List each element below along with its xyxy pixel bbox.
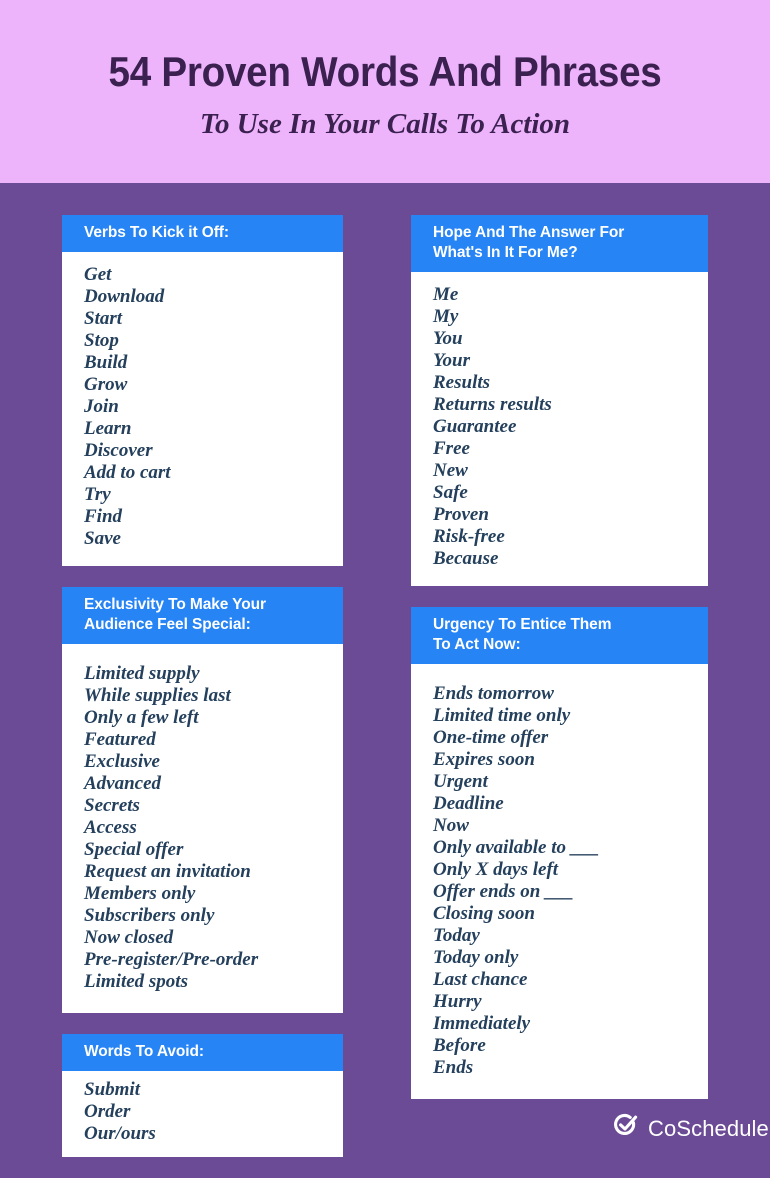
category-card-body: Submit Order Our/ours: [62, 1071, 343, 1157]
category-card-title-line: Exclusivity To Make Your: [84, 596, 266, 613]
category-card-title-line: What's In It For Me?: [433, 244, 578, 261]
list-item: Download: [84, 286, 165, 307]
category-card-title-line: Hope And The Answer For: [433, 224, 625, 241]
list-item: Start: [84, 308, 123, 329]
list-item: Limited time only: [433, 705, 571, 726]
category-card-title-line: To Act Now:: [433, 636, 521, 653]
list-item: Urgent: [433, 771, 488, 792]
list-item: Now closed: [84, 927, 174, 948]
list-item: Featured: [84, 729, 156, 750]
brand-logo: CoSchedule: [613, 1113, 769, 1144]
list-item: You: [433, 328, 463, 349]
list-item: Proven: [433, 504, 489, 525]
header-band: 54 Proven Words And Phrases To Use In Yo…: [0, 0, 770, 183]
list-item: Submit: [84, 1079, 140, 1100]
list-item: Try: [84, 484, 111, 505]
list-item: Only available to ___: [433, 837, 600, 858]
category-card: Verbs To Kick it Off: Get Download Start Sto…: [62, 215, 343, 566]
category-card: Words To Avoid: Submit Order Our/ours: [62, 1034, 343, 1157]
category-card-title-line: Audience Feel Special:: [84, 616, 251, 633]
category-card: Urgency To Entice Them To Act Now: Ends to…: [411, 607, 708, 1099]
list-item: Returns results: [433, 394, 552, 415]
list-item: Today only: [433, 947, 519, 968]
list-item: Save: [84, 528, 121, 549]
brand-name: CoSchedule: [648, 1115, 769, 1141]
list-item: Secrets: [84, 795, 140, 816]
list-item: Order: [84, 1101, 131, 1122]
category-card-header: Urgency To Entice Them To Act Now:: [411, 607, 708, 664]
list-item: Last chance: [433, 969, 528, 990]
list-item: Only a few left: [84, 707, 199, 728]
list-item: Now: [433, 815, 469, 836]
list-item: Subscribers only: [84, 905, 215, 926]
list-item: Request an invitation: [84, 861, 251, 882]
list-item: Offer ends on ___: [433, 881, 574, 902]
category-card-header: Words To Avoid:: [62, 1034, 343, 1071]
list-item: Closing soon: [433, 903, 535, 924]
list-item: Get: [84, 264, 112, 285]
list-item: Pre-register/Pre-order: [84, 949, 259, 970]
column-right: Hope And The Answer For What's In It For …: [411, 215, 708, 1120]
column-left: Verbs To Kick it Off: Get Download Start Sto…: [62, 215, 343, 1178]
list-item: Me: [433, 284, 459, 305]
check-circle-icon: [613, 1113, 639, 1144]
list-item: Limited supply: [84, 663, 200, 684]
list-item: Your: [433, 350, 470, 371]
list-item: Risk-free: [433, 526, 505, 547]
list-item: While supplies last: [84, 685, 231, 706]
list-item: One-time offer: [433, 727, 549, 748]
category-card-title-line: Urgency To Entice Them: [433, 616, 612, 633]
list-item: Build: [84, 352, 128, 373]
list-item: Guarantee: [433, 416, 517, 437]
list-item: Stop: [84, 330, 119, 351]
list-item: New: [433, 460, 468, 481]
category-card-header: Verbs To Kick it Off:: [62, 215, 343, 252]
list-item: Free: [433, 438, 470, 459]
list-item: Today: [433, 925, 480, 946]
list-item: Join: [84, 396, 119, 417]
page-title: 54 Proven Words And Phrases: [108, 48, 662, 95]
list-item: Access: [84, 817, 137, 838]
list-item: Special offer: [84, 839, 184, 860]
list-item: Expires soon: [433, 749, 535, 770]
category-card-header: Exclusivity To Make Your Audience Feel Sp…: [62, 587, 343, 644]
category-card-header: Hope And The Answer For What's In It For …: [411, 215, 708, 272]
category-card-title-line: Words To Avoid:: [84, 1043, 204, 1060]
category-card-body: Get Download Start Stop Build Grow Join Learn Di…: [62, 252, 343, 566]
category-card: Hope And The Answer For What's In It For …: [411, 215, 708, 586]
list-item: Add to cart: [84, 462, 171, 483]
list-item: Results: [433, 372, 491, 393]
category-card-title-line: Verbs To Kick it Off:: [84, 224, 229, 241]
list-item: Members only: [84, 883, 196, 904]
list-item: Because: [433, 548, 499, 569]
list-item: Before: [433, 1035, 486, 1056]
list-item: Ends: [433, 1057, 474, 1078]
list-item: Ends tomorrow: [433, 683, 554, 704]
list-item: My: [433, 306, 459, 327]
list-item: Safe: [433, 482, 468, 503]
category-card-body: Ends tomorrow Limited time only One-time o…: [411, 664, 708, 1099]
list-item: Limited spots: [84, 971, 188, 992]
list-item: Deadline: [433, 793, 504, 814]
list-item: Grow: [84, 374, 128, 395]
list-item: Hurry: [433, 991, 482, 1012]
list-item: Immediately: [433, 1013, 531, 1034]
list-item: Exclusive: [84, 751, 160, 772]
page-subtitle: To Use In Your Calls To Action: [199, 108, 571, 140]
list-item: Advanced: [84, 773, 162, 794]
list-item: Only X days left: [433, 859, 559, 880]
list-item: Learn: [84, 418, 132, 439]
category-card-body: Limited supply While supplies last Only a …: [62, 644, 343, 1013]
list-item: Discover: [84, 440, 153, 461]
infographic-body: Verbs To Kick it Off: Get Download Start Sto…: [0, 183, 770, 1164]
list-item: Find: [84, 506, 123, 527]
list-item: Our/ours: [84, 1123, 156, 1144]
category-card: Exclusivity To Make Your Audience Feel Sp…: [62, 587, 343, 1013]
category-card-body: Me My You Your Results Returns results Guarant…: [411, 272, 708, 586]
